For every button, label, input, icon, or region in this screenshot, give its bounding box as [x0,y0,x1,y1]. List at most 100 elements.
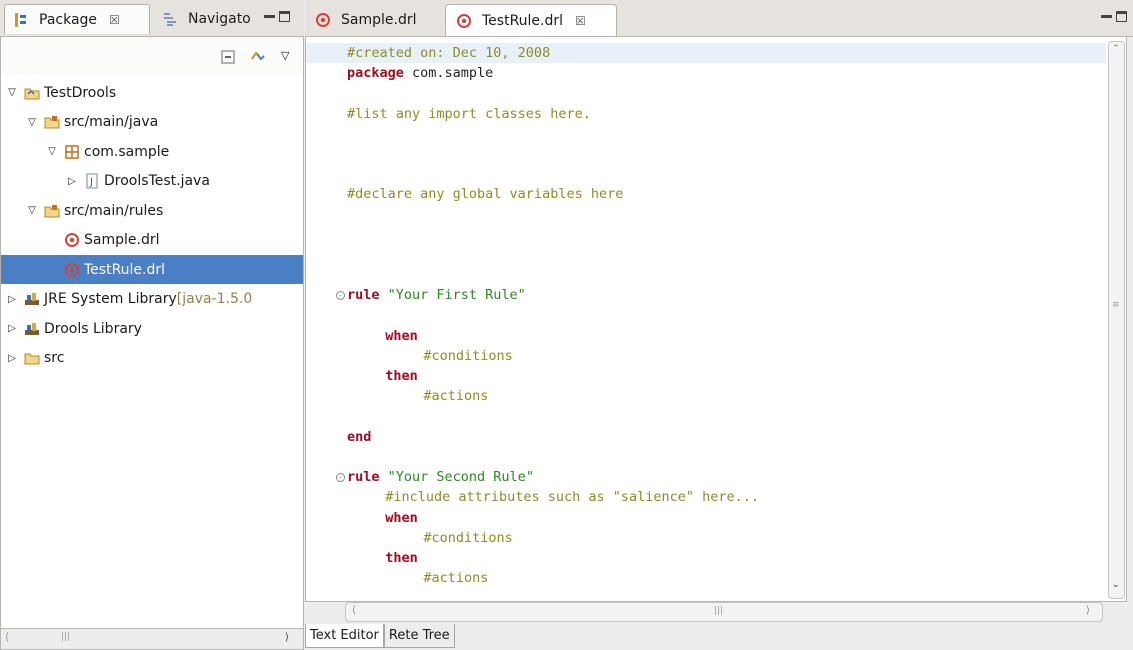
tree-item-suffix: [java-1.5.0 [176,291,253,307]
minimize-icon[interactable] [264,14,275,19]
tab-package-explorer[interactable]: Package ☒ [4,4,150,34]
code-line: rule "Your Second Rule" [347,467,534,487]
code-token-comment: #list any import classes here. [347,105,591,122]
tree-item[interactable]: J DroolsTest.java [1,167,303,196]
tree-item[interactable]: src/main/java [1,108,303,137]
library-icon [24,321,40,337]
tree-item[interactable]: Sample.drl [1,226,303,255]
package-explorer-view: Package ☒ Navigato ▽ TestDrools src/main/… [0,0,304,650]
view-window-controls [264,9,290,23]
view-menu-icon[interactable]: ▽ [281,49,289,62]
scroll-left-arrow-icon[interactable]: ⟨ [5,632,9,643]
project-tree: TestDrools src/main/java com.sample J Drools… [0,74,304,628]
code-token-comment: #conditions [423,348,513,364]
code-line: #conditions [347,528,513,548]
tab-navigator[interactable]: Navigato [154,4,258,34]
java-file-icon: J [84,173,100,189]
tree-item[interactable]: TestRule.drl [1,255,303,284]
editor-horizontal-scrollbar[interactable]: ⟨ ||| ⟩ [345,602,1103,622]
tab-text-editor[interactable]: Text Editor [305,624,384,648]
code-line: package com.sample [347,63,493,83]
tab-label: TestRule.drl [482,12,564,29]
tree-item-label: Sample.drl [84,232,160,248]
tree-item-label: src/main/rules [64,202,164,219]
code-editor[interactable]: #created on: Dec 10, 2008 package com.sam… [305,36,1127,602]
code-line: when [347,508,418,528]
code-token-comment: #created on: Dec 10, 2008 [347,45,551,61]
code-line: then [347,366,418,386]
code-token-keyword: when [385,509,418,526]
vertical-scrollbar[interactable]: ⌃ ≡ ⌄ [1108,41,1125,599]
code-line: #declare any global variables here [347,184,623,204]
fold-toggle-icon[interactable] [336,291,345,301]
collapsed-arrow-icon[interactable] [5,323,19,334]
scroll-thumb-grip-icon[interactable]: ≡ [1112,300,1120,310]
scroll-left-arrow-icon[interactable]: ⟨ [352,605,356,616]
tree-item[interactable]: src/main/rules [1,196,303,225]
expanded-arrow-icon[interactable] [5,87,19,98]
tree-item-label: src/main/java [64,114,159,130]
minimize-icon[interactable] [1101,14,1112,19]
fold-toggle-icon[interactable] [336,473,345,483]
close-icon[interactable]: ☒ [575,14,586,28]
folder-icon [24,350,40,366]
code-token-comment: #conditions [423,529,513,546]
tree-item[interactable]: com.sample [1,137,303,166]
left-view-tabbar: Package ☒ Navigato [0,0,304,37]
code-token-plain: com.sample [403,65,494,82]
tab-sample-drl[interactable]: Sample.drl [305,4,441,36]
package-icon [64,144,80,160]
maximize-icon[interactable] [1116,11,1127,22]
expanded-arrow-icon[interactable] [25,205,39,216]
collapsed-arrow-icon[interactable] [65,176,79,187]
collapsed-arrow-icon[interactable] [5,294,19,305]
code-line: #list any import classes here. [347,104,591,124]
library-icon [24,291,40,307]
scroll-right-arrow-icon[interactable]: ⟩ [285,632,289,643]
scroll-thumb-grip-icon[interactable]: ||| [714,606,723,616]
scroll-up-arrow-icon[interactable]: ⌃ [1112,44,1120,54]
code-token-keyword: package [347,65,404,82]
svg-text:J: J [89,177,93,188]
tab-label: Navigato [188,11,251,27]
expanded-arrow-icon[interactable] [45,146,59,157]
code-line: #actions [347,386,488,406]
code-token-keyword: when [385,327,418,344]
maximize-icon[interactable] [279,11,290,22]
code-token-keyword: end [347,428,372,445]
tree-item-label: TestRule.drl [84,261,166,278]
tree-item[interactable]: Drools Library [1,314,303,343]
drools-file-icon [64,262,80,278]
tree-item-label: DroolsTest.java [104,173,210,189]
editor-view: Sample.drl TestRule.drl ☒ #created on: D… [305,0,1133,650]
scroll-thumb-grip-icon[interactable]: ||| [61,632,70,642]
code-token-keyword: then [385,368,418,385]
drools-file-icon [456,13,472,29]
horizontal-scrollbar[interactable]: ⟨ ||| ⟩ [0,628,304,650]
tree-item[interactable]: TestDrools [1,78,303,107]
expanded-arrow-icon[interactable] [25,117,39,128]
editor-page-tabs: Text Editor Rete Tree [305,624,455,650]
code-token-comment: #actions [423,388,489,405]
code-line: #conditions [347,346,513,366]
code-token-string: "Your Second Rule" [379,469,534,486]
collapsed-arrow-icon[interactable] [5,353,19,364]
tree-item[interactable]: JRE System Library [java-1.5.0 [1,285,303,314]
editor-tabbar: Sample.drl TestRule.drl ☒ [305,0,1133,37]
code-line: #actions [347,568,488,588]
drools-file-icon [64,232,80,248]
tree-item[interactable]: src [1,344,303,373]
code-token-string: "Your First Rule" [379,287,526,304]
tree-item-label: com.sample [84,143,170,160]
tab-rete-tree[interactable]: Rete Tree [383,624,455,648]
view-toolbar: ▽ [0,37,304,75]
close-icon[interactable]: ☒ [109,13,120,27]
tree-item-label: JRE System Library [44,291,177,307]
tab-testrule-drl[interactable]: TestRule.drl ☒ [445,4,617,36]
link-with-editor-icon[interactable] [249,48,267,68]
scroll-down-arrow-icon[interactable]: ⌄ [1112,580,1120,590]
scroll-right-arrow-icon[interactable]: ⟩ [1086,605,1090,616]
navigator-icon [162,11,178,27]
collapse-all-icon[interactable] [221,50,235,68]
editor-window-controls [1101,9,1127,23]
